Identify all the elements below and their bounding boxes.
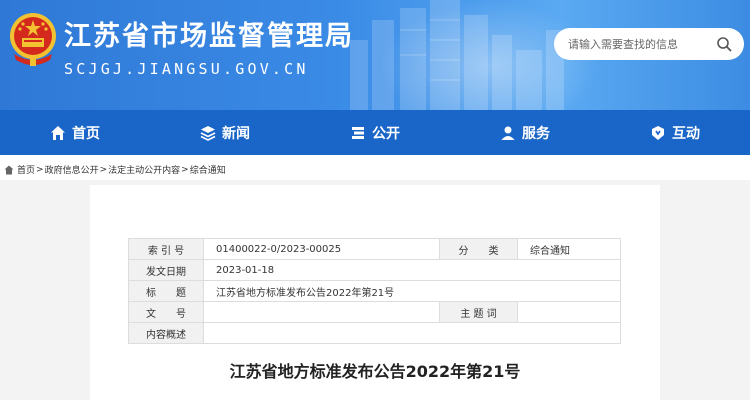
docno-value — [203, 301, 440, 323]
table-row: 文 号 主 题 词 — [128, 301, 621, 323]
category-label: 分 类 — [439, 238, 518, 260]
nav-item-label: 新闻 — [222, 125, 250, 142]
breadcrumb-home[interactable]: 首页 — [17, 163, 35, 176]
national-emblem-icon — [10, 13, 56, 66]
layers-icon — [200, 125, 216, 141]
index-value: 01400022-0/2023-00025 — [203, 238, 440, 260]
table-row: 索 引 号 01400022-0/2023-00025 分 类 综合通知 — [128, 238, 621, 260]
index-label: 索 引 号 — [128, 238, 204, 260]
city-skyline-graphic — [350, 0, 564, 110]
nav-item-news[interactable]: 新闻 — [150, 110, 300, 155]
stack-icon — [352, 126, 364, 139]
nav-item-open[interactable]: 公开 — [300, 110, 450, 155]
nav-item-interact[interactable]: 互动 — [600, 110, 750, 155]
nav-item-label: 互动 — [672, 125, 700, 142]
main-nav: 首页 新闻 公开 服务 互动 — [0, 110, 750, 155]
breadcrumb-notice[interactable]: 综合通知 — [190, 163, 226, 176]
topic-label: 主 题 词 — [439, 301, 518, 323]
summary-label: 内容概述 — [128, 322, 204, 344]
nav-item-service[interactable]: 服务 — [450, 110, 600, 155]
search-icon[interactable] — [716, 36, 732, 52]
table-row: 内容概述 — [128, 322, 621, 344]
nav-item-label: 公开 — [372, 125, 400, 142]
table-row: 发文日期 2023-01-18 — [128, 259, 621, 281]
topic-value — [517, 301, 621, 323]
home-icon — [51, 125, 65, 140]
document-meta-table: 索 引 号 01400022-0/2023-00025 分 类 综合通知 发文日… — [128, 238, 621, 344]
breadcrumb: 首页 > 政府信息公开 > 法定主动公开内容 > 综合通知 — [4, 163, 226, 176]
breadcrumb-separator: > — [99, 164, 108, 175]
search-box[interactable] — [554, 28, 744, 60]
breadcrumb-separator: > — [36, 164, 44, 175]
date-value: 2023-01-18 — [203, 259, 621, 281]
docno-label: 文 号 — [128, 301, 204, 323]
breadcrumb-separator: > — [181, 164, 189, 175]
nav-item-label: 服务 — [522, 125, 550, 142]
breadcrumb-gov-info[interactable]: 政府信息公开 — [45, 163, 99, 176]
site-url: SCJGJ.JIANGSU.GOV.CN — [64, 60, 309, 78]
title-label: 标 题 — [128, 280, 204, 302]
header-banner: 江苏省市场监督管理局 SCJGJ.JIANGSU.GOV.CN — [0, 0, 750, 110]
nav-item-label: 首页 — [72, 125, 100, 142]
site-title: 江苏省市场监督管理局 — [64, 21, 354, 52]
search-input[interactable] — [568, 37, 708, 51]
table-row: 标 题 江苏省地方标准发布公告2022年第21号 — [128, 280, 621, 302]
summary-value — [203, 322, 621, 344]
document-title: 江苏省地方标准发布公告2022年第21号 — [229, 362, 521, 381]
user-icon — [501, 126, 515, 140]
breadcrumb-public-content[interactable]: 法定主动公开内容 — [108, 163, 180, 176]
title-value: 江苏省地方标准发布公告2022年第21号 — [203, 280, 621, 302]
nav-item-home[interactable]: 首页 — [0, 110, 150, 155]
date-label: 发文日期 — [128, 259, 204, 281]
hand-icon — [652, 125, 664, 140]
category-value: 综合通知 — [517, 238, 621, 260]
breadcrumb-home-icon — [4, 165, 14, 174]
